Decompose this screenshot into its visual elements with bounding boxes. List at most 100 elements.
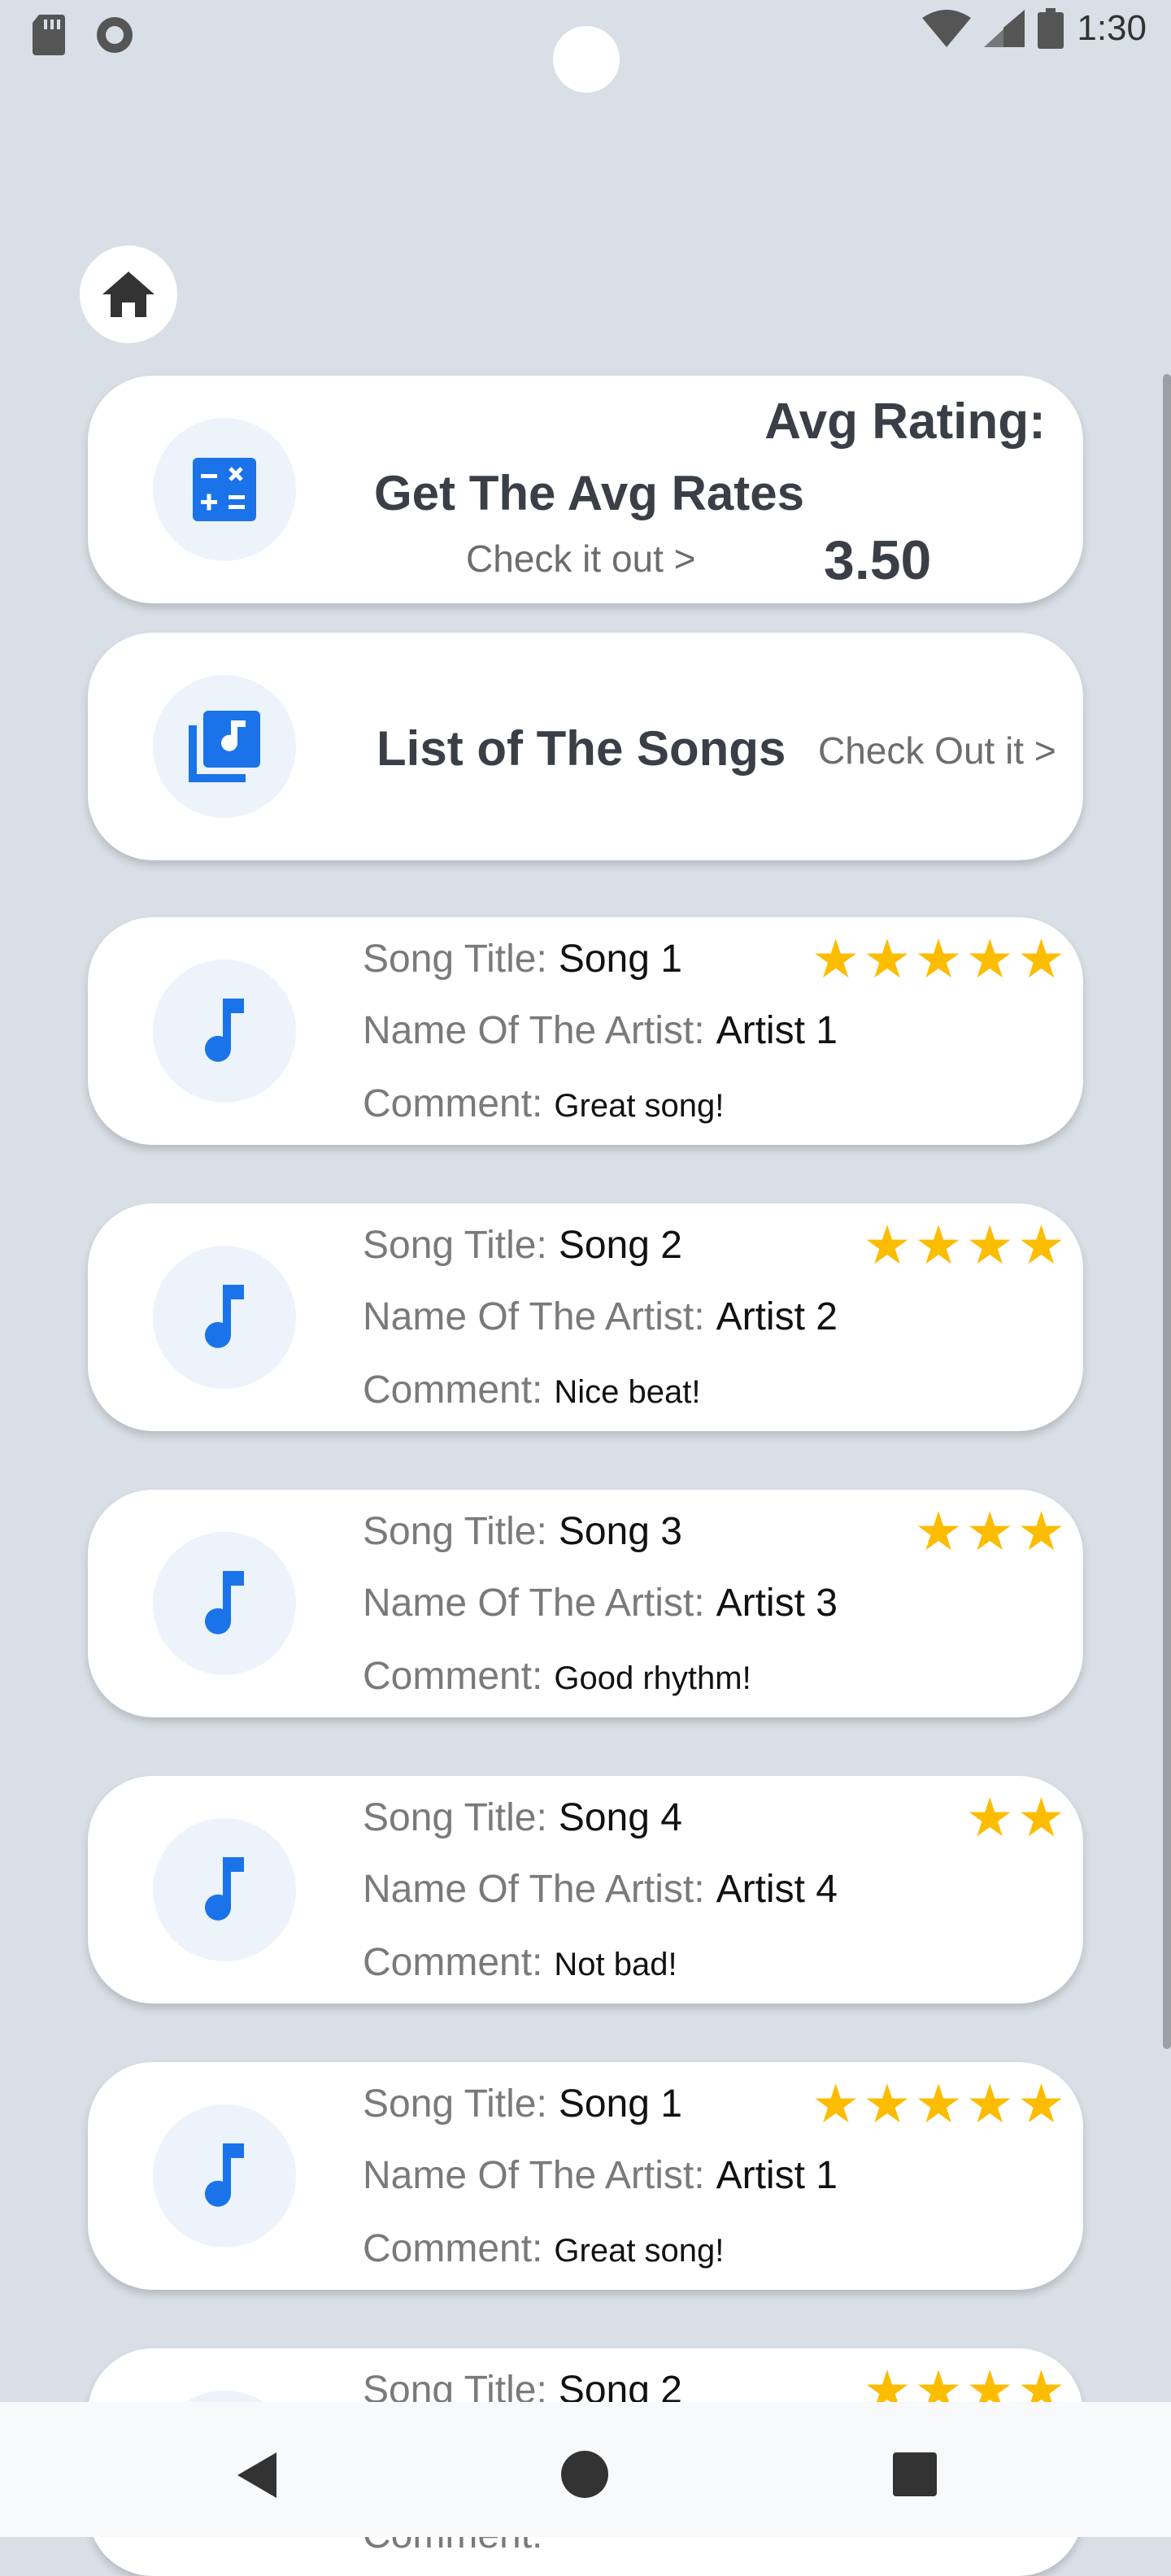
music-note-icon-circle	[153, 1818, 296, 1961]
music-note-icon-circle	[153, 2104, 296, 2247]
music-note-icon	[205, 1857, 244, 1921]
star-icon: ★	[863, 1215, 912, 1275]
artist-value: Artist 1	[716, 2154, 838, 2197]
comment-value: Not bad!	[554, 1947, 677, 1982]
comment-row: Comment: Great song!	[363, 1081, 724, 1126]
home-icon	[102, 272, 155, 317]
artist-label: Name Of The Artist:	[363, 1295, 705, 1338]
calculator-icon-circle	[153, 418, 296, 561]
music-note-icon-circle	[153, 1246, 296, 1389]
artist-row: Name Of The Artist: Artist 4	[363, 1867, 838, 1912]
comment-label: Comment:	[363, 1941, 543, 1984]
star-icon: ★	[863, 929, 912, 989]
star-icon: ★	[965, 2073, 1014, 2134]
star-icon: ★	[914, 1501, 963, 1561]
comment-row: Comment: Great song!	[363, 2226, 724, 2271]
song-title-value: Song 1	[558, 2082, 682, 2126]
star-icon: ★	[1016, 1215, 1065, 1275]
comment-value: Good rhythm!	[554, 1660, 751, 1696]
star-rating: ★ ★ ★	[914, 1504, 1065, 1558]
song-title-value: Song 3	[558, 1510, 682, 1553]
music-note-icon	[205, 2143, 244, 2207]
artist-row: Name Of The Artist: Artist 1	[363, 2153, 838, 2198]
song-card[interactable]: Song Title: Song 1 Name Of The Artist: Art…	[88, 917, 1083, 1145]
song-card[interactable]: Song Title: Song 4 Name Of The Artist: Art…	[88, 1776, 1083, 2004]
songs-list-card[interactable]: List of The Songs Check Out it >	[88, 633, 1083, 860]
star-rating: ★ ★ ★ ★	[863, 1218, 1065, 1272]
star-icon: ★	[965, 929, 1014, 989]
camera-cutout	[553, 26, 620, 93]
artist-row: Name Of The Artist: Artist 1	[363, 1008, 838, 1053]
comment-label: Comment:	[363, 2227, 543, 2270]
comment-value: Great song!	[554, 2233, 725, 2269]
music-note-icon	[205, 999, 244, 1062]
star-icon: ★	[1016, 2073, 1065, 2134]
artist-value: Artist 2	[716, 1295, 838, 1338]
calculator-icon	[193, 458, 256, 521]
song-card[interactable]: Song Title: Song 3 Name Of The Artist: Art…	[88, 1490, 1083, 1717]
music-note-icon-circle	[153, 959, 296, 1103]
star-icon: ★	[1016, 1501, 1065, 1561]
avg-rates-card[interactable]: Get The Avg Rates Check it out > Avg Rat…	[88, 376, 1083, 603]
song-title-label: Song Title:	[363, 1796, 547, 1839]
music-note-icon-circle	[153, 1532, 296, 1675]
comment-row: Comment: Good rhythm!	[363, 1654, 751, 1699]
artist-row: Name Of The Artist: Artist 3	[363, 1581, 838, 1625]
avg-rates-link[interactable]: Check it out >	[466, 537, 696, 581]
artist-label: Name Of The Artist:	[363, 1868, 705, 1911]
star-icon: ★	[914, 2073, 963, 2134]
song-title-value: Song 2	[558, 1224, 682, 1267]
star-icon: ★	[1016, 1787, 1065, 1847]
status-time: 1:30	[1077, 8, 1147, 48]
star-rating: ★ ★ ★ ★ ★	[812, 2077, 1065, 2130]
comment-row: Comment: Not bad!	[363, 1940, 677, 1985]
star-rating: ★ ★	[966, 1791, 1065, 1844]
star-icon: ★	[812, 2073, 860, 2134]
star-icon: ★	[1016, 929, 1065, 989]
star-icon: ★	[965, 1501, 1014, 1561]
artist-value: Artist 1	[716, 1009, 838, 1052]
avg-rating-title: Avg Rating:	[764, 394, 1046, 450]
artist-row: Name Of The Artist: Artist 2	[363, 1295, 838, 1339]
song-title-label: Song Title:	[363, 1224, 547, 1267]
song-title-label: Song Title:	[363, 938, 547, 981]
song-title-row: Song Title: Song 1	[363, 2082, 682, 2126]
song-title-value: Song 4	[558, 1796, 682, 1839]
song-title-row: Song Title: Song 1	[363, 937, 682, 981]
artist-label: Name Of The Artist:	[363, 1009, 705, 1052]
home-nav-icon[interactable]	[561, 2451, 608, 2498]
home-button[interactable]	[80, 246, 177, 343]
comment-label: Comment:	[363, 1082, 543, 1125]
star-icon: ★	[812, 929, 860, 989]
star-icon: ★	[914, 1215, 963, 1275]
artist-value: Artist 3	[716, 1582, 838, 1625]
song-card[interactable]: Song Title: Song 1 Name Of The Artist: Art…	[88, 2062, 1083, 2290]
circle-status-icon	[97, 17, 133, 53]
song-title-row: Song Title: Song 2	[363, 1223, 682, 1268]
song-title-value: Song 1	[558, 938, 682, 981]
scrollbar[interactable]	[1163, 374, 1171, 2049]
sd-card-icon	[33, 15, 65, 55]
comment-value: Nice beat!	[554, 1374, 701, 1410]
library-music-icon-circle	[153, 675, 296, 818]
cell-signal-icon	[984, 10, 1025, 47]
artist-label: Name Of The Artist:	[363, 1582, 705, 1625]
star-icon: ★	[914, 929, 963, 989]
artist-value: Artist 4	[716, 1868, 838, 1911]
comment-row: Comment: Nice beat!	[363, 1368, 701, 1412]
song-title-row: Song Title: Song 4	[363, 1795, 682, 1840]
recents-icon[interactable]	[893, 2452, 937, 2496]
song-title-label: Song Title:	[363, 1510, 547, 1553]
song-title-row: Song Title: Song 3	[363, 1509, 682, 1554]
comment-label: Comment:	[363, 1368, 543, 1412]
music-note-icon	[205, 1285, 244, 1348]
avg-rating-value: 3.50	[824, 529, 932, 591]
back-icon[interactable]	[237, 2452, 276, 2498]
songs-list-link[interactable]: Check Out it >	[818, 729, 1056, 772]
star-icon: ★	[863, 2073, 912, 2134]
avg-rates-title: Get The Avg Rates	[374, 466, 805, 520]
comment-value: Great song!	[554, 1088, 725, 1124]
song-card[interactable]: Song Title: Song 2 Name Of The Artist: Art…	[88, 1203, 1083, 1431]
star-icon: ★	[965, 1787, 1014, 1847]
star-icon: ★	[965, 1215, 1014, 1275]
